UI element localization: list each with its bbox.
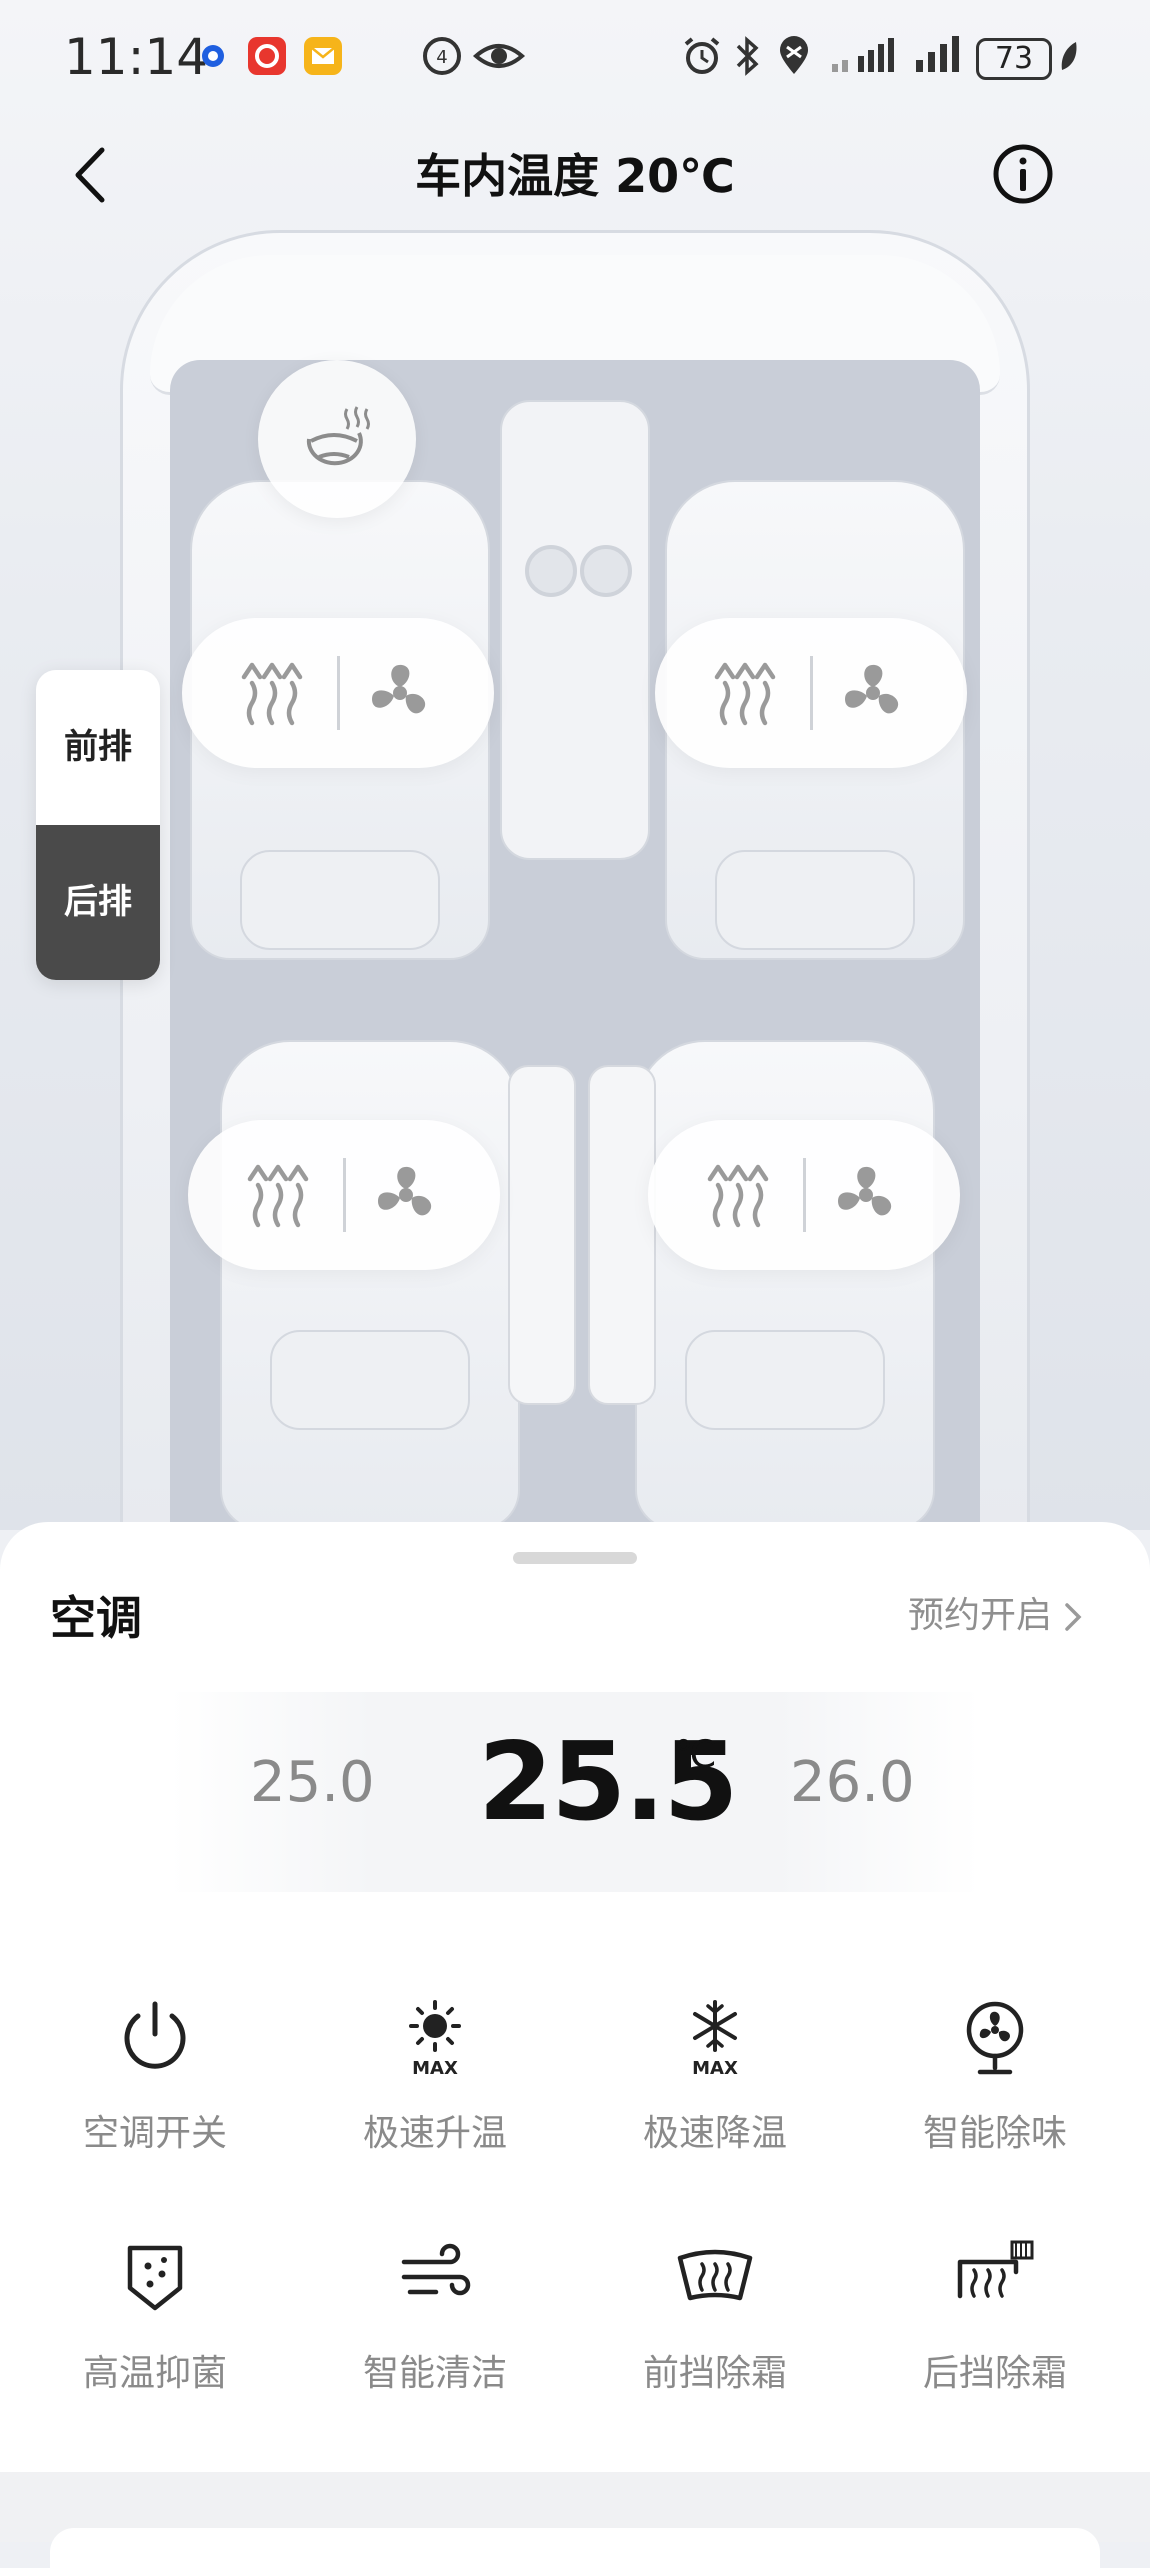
func-label: 极速升温 (362, 2113, 507, 2154)
front-left-seat-cushion (240, 850, 440, 950)
func-label: 前挡除霜 (642, 2353, 787, 2394)
status-time: 11:14 (64, 28, 209, 86)
info-icon[interactable] (992, 143, 1054, 205)
front-defrost-button[interactable]: 前挡除霜 (605, 2232, 825, 2396)
ac-power-button[interactable]: 空调开关 (45, 1992, 265, 2156)
climate-sheet: 空调 预约开启 25.0 25.5 ℃ 26.0 空调开关 MAX 极速升温 M… (0, 1522, 1150, 2472)
app-notification-icon (202, 45, 224, 67)
fan-deodorize-icon (966, 2001, 1024, 2075)
svg-text:MAX: MAX (412, 2058, 458, 2079)
divider (343, 1158, 346, 1232)
alarm-icon (684, 37, 720, 74)
sun-max-icon: MAX (409, 2000, 461, 2079)
signal-icon (832, 38, 894, 72)
cup-holder (580, 545, 632, 597)
sheet-drag-handle[interactable] (513, 1552, 637, 1564)
seat-heat-icon[interactable] (232, 653, 312, 733)
divider (810, 656, 813, 730)
func-label: 高温抑菌 (82, 2353, 227, 2394)
func-label: 智能除味 (922, 2113, 1067, 2154)
rear-left-seat-cushion (270, 1330, 470, 1430)
rear-armrest (508, 1065, 576, 1405)
temperature-option-prev[interactable]: 25.0 (250, 1750, 375, 1815)
seat-row-toggle: 前排 后排 (36, 670, 160, 980)
steering-wheel-heat-button[interactable] (258, 360, 416, 518)
leaf-icon (1061, 42, 1077, 70)
svg-text:4: 4 (436, 47, 447, 68)
cup-holder (525, 545, 577, 597)
location-icon (780, 36, 808, 74)
high-temp-sterilize-button[interactable]: 高温抑菌 (45, 2232, 265, 2396)
smart-clean-button[interactable]: 智能清洁 (325, 2232, 545, 2396)
eye-icon (472, 44, 526, 68)
divider (803, 1158, 806, 1232)
signal-icon (916, 36, 959, 72)
front-right-seat-cushion (715, 850, 915, 950)
func-label: 极速降温 (642, 2113, 787, 2154)
shield-sterilize-icon (127, 2245, 183, 2311)
schedule-label: 预约开启 (907, 1595, 1052, 1636)
front-right-seat-controls (655, 618, 967, 768)
power-icon (124, 2001, 186, 2069)
smart-deodorize-button[interactable]: 智能除味 (885, 1992, 1105, 2156)
status-bar: 11:14 4 73 (0, 0, 1150, 110)
svg-text:MAX: MAX (692, 2058, 738, 2079)
temperature-option-next[interactable]: 26.0 (790, 1750, 915, 1815)
seat-heat-icon[interactable] (705, 653, 785, 733)
seat-ventilation-icon[interactable] (826, 1155, 906, 1235)
schedule-button[interactable]: 预约开启 (908, 1586, 1084, 1638)
seat-ventilation-icon[interactable] (360, 653, 440, 733)
quick-heat-button[interactable]: MAX 极速升温 (325, 1992, 545, 2156)
app-notification-icon (248, 37, 286, 75)
rear-right-seat-cushion (685, 1330, 885, 1430)
back-icon[interactable] (60, 140, 120, 210)
temperature-unit: ℃ (674, 1732, 717, 1776)
rear-left-seat-controls (188, 1120, 500, 1270)
seat-heat-icon[interactable] (698, 1155, 778, 1235)
mail-notification-icon (304, 37, 342, 75)
wind-clean-icon (401, 2243, 471, 2296)
seat-heat-icon[interactable] (238, 1155, 318, 1235)
bluetooth-icon (736, 36, 759, 76)
data-saver-icon: 4 (423, 37, 461, 75)
front-row-tab[interactable]: 前排 (36, 670, 160, 825)
rear-armrest (588, 1065, 656, 1405)
seat-ventilation-icon[interactable] (833, 653, 913, 733)
rear-row-tab[interactable]: 后排 (36, 825, 160, 980)
front-left-seat-controls (182, 618, 494, 768)
rear-defrost-button[interactable]: 后挡除霜 (885, 2232, 1105, 2396)
car-view: 11:14 4 73 车内温度 20℃ 前排 后排 (0, 0, 1150, 1530)
divider (337, 656, 340, 730)
func-label: 后挡除霜 (922, 2353, 1067, 2394)
front-defrost-icon (677, 2249, 753, 2301)
quick-cool-button[interactable]: MAX 极速降温 (605, 1992, 825, 2156)
func-label: 智能清洁 (362, 2353, 507, 2394)
func-label: 空调开关 (82, 2113, 227, 2154)
battery-indicator: 73 (976, 38, 1052, 80)
rear-right-seat-controls (648, 1120, 960, 1270)
steering-wheel-heat-icon (306, 406, 370, 466)
chevron-right-icon (1065, 1603, 1082, 1631)
page-title: 车内温度 20℃ (415, 149, 735, 203)
snowflake-max-icon: MAX (692, 2000, 738, 2079)
climate-title: 空调 (50, 1591, 142, 1645)
rear-left-seat (220, 1040, 520, 1530)
next-card-peek (50, 2528, 1100, 2568)
seat-ventilation-icon[interactable] (366, 1155, 446, 1235)
rear-defrost-icon (957, 2240, 1034, 2299)
center-console (500, 400, 650, 860)
rear-right-seat (635, 1040, 935, 1530)
